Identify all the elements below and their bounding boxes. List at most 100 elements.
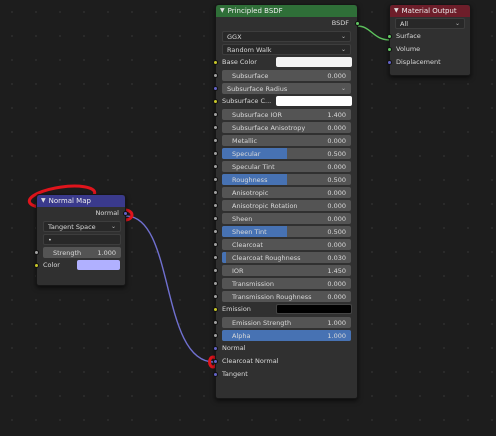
space-value: Tangent Space [48,222,96,231]
param-field[interactable]: Anisotropic 0.000 [222,187,351,198]
space-dropdown[interactable]: Tangent Space ⌄ [43,221,121,232]
param-socket[interactable] [213,164,218,169]
param-socket[interactable] [213,268,218,273]
chevron-down-icon: ⌄ [340,85,346,92]
normal-input-socket[interactable] [213,346,218,351]
emission-color-swatch[interactable] [276,304,352,314]
param-value: 0.500 [327,175,346,184]
parameter-list: Subsurface IOR 1.400 Subsurface Anisotropy… [213,108,357,303]
param-label: Clearcoat Roughness [232,253,301,262]
param-field[interactable]: Subsurface Anisotropy 0.000 [222,122,351,133]
principled-bsdf-header[interactable]: ▼ Principled BSDF [216,5,357,17]
emission-strength-socket[interactable] [213,320,218,325]
base-color-swatch[interactable] [276,57,352,67]
param-socket[interactable] [213,281,218,286]
base-color-label: Base Color [222,58,257,66]
bsdf-output-label: BSDF [331,19,349,27]
bsdf-output-socket[interactable] [355,21,360,26]
param-socket[interactable] [213,138,218,143]
param-socket[interactable] [213,294,218,299]
uv-map-row: • [37,233,125,246]
param-label: Anisotropic [232,188,269,197]
param-field[interactable]: Sheen 0.000 [222,213,351,224]
surface-input-socket[interactable] [387,34,392,39]
collapse-chevron-icon[interactable]: ▼ [394,5,399,17]
param-label: Sheen Tint [232,227,267,236]
param-label: IOR [232,266,244,275]
subsurface-color-socket[interactable] [213,99,218,104]
uv-map-field[interactable]: • [43,234,121,245]
tangent-label: Tangent [222,370,248,378]
param-field[interactable]: Anisotropic Rotation 0.000 [222,200,351,211]
param-row: Roughness 0.500 [213,173,357,186]
param-socket[interactable] [213,216,218,221]
subsurface-radius-dropdown[interactable]: Subsurface Radius ⌄ [222,83,351,94]
displacement-input-socket[interactable] [387,60,392,65]
param-field[interactable]: Specular Tint 0.000 [222,161,351,172]
emission-strength-field[interactable]: Emission Strength 1.000 [222,317,351,328]
distribution-dropdown[interactable]: GGX ⌄ [222,31,351,42]
normal-output-socket[interactable] [123,211,128,216]
subsurface-field[interactable]: Subsurface 0.000 [222,70,351,81]
param-label: Transmission Roughness [232,292,312,301]
param-row: Subsurface Anisotropy 0.000 [213,121,357,134]
param-field[interactable]: Clearcoat 0.000 [222,239,351,250]
subsurface-label: Subsurface [232,71,269,80]
tangent-socket[interactable] [213,372,218,377]
param-value: 1.400 [327,110,346,119]
param-row: Transmission 0.000 [213,277,357,290]
collapse-chevron-icon[interactable]: ▼ [41,195,46,207]
param-socket[interactable] [213,177,218,182]
principled-bsdf-node[interactable]: ▼ Principled BSDF BSDF GGX ⌄ Random Walk… [213,4,360,399]
alpha-field[interactable]: Alpha 1.000 [222,330,351,341]
strength-field[interactable]: Strength 1.000 [43,247,121,258]
clearcoat-normal-socket[interactable] [213,359,218,364]
clearcoat-normal-row: Clearcoat Normal [213,355,357,368]
subsurface-socket[interactable] [213,73,218,78]
param-socket[interactable] [213,190,218,195]
param-field[interactable]: Roughness 0.500 [222,174,351,185]
param-socket[interactable] [213,242,218,247]
volume-input-socket[interactable] [387,47,392,52]
material-output-header[interactable]: ▼ Material Output [390,5,470,17]
subsurface-radius-socket[interactable] [213,86,218,91]
param-socket[interactable] [213,255,218,260]
param-socket[interactable] [213,151,218,156]
alpha-socket[interactable] [213,333,218,338]
normal-input-row: Normal [213,342,357,355]
tangent-row: Tangent [213,368,357,381]
param-field[interactable]: Clearcoat Roughness 0.030 [222,252,351,263]
param-field[interactable]: Specular 0.500 [222,148,351,159]
param-field[interactable]: Transmission Roughness 0.000 [222,291,351,302]
collapse-chevron-icon[interactable]: ▼ [220,5,225,17]
subsurface-method-value: Random Walk [227,45,272,54]
param-label: Subsurface Anisotropy [232,123,306,132]
normal-map-header[interactable]: ▼ Normal Map [37,195,125,207]
color-swatch[interactable] [77,260,120,270]
param-field[interactable]: Subsurface IOR 1.400 [222,109,351,120]
param-field[interactable]: Metallic 0.000 [222,135,351,146]
param-value: 0.000 [327,279,346,288]
param-row: Sheen 0.000 [213,212,357,225]
subsurface-color-label: Subsurface C... [222,97,272,105]
subsurface-color-swatch[interactable] [276,96,352,106]
param-field[interactable]: Sheen Tint 0.500 [222,226,351,237]
subsurface-method-dropdown[interactable]: Random Walk ⌄ [222,44,351,55]
surface-input-row: Surface [387,30,470,43]
param-value: 0.000 [327,201,346,210]
param-socket[interactable] [213,112,218,117]
param-field[interactable]: IOR 1.450 [222,265,351,276]
emission-socket[interactable] [213,307,218,312]
distribution-value: GGX [227,32,242,41]
param-field[interactable]: Transmission 0.000 [222,278,351,289]
material-output-node[interactable]: ▼ Material Output All ⌄ Surface Volume D… [387,4,471,76]
normal-map-node[interactable]: ▼ Normal Map Normal Tangent Space ⌄ • St… [34,194,128,286]
base-color-socket[interactable] [213,60,218,65]
strength-socket[interactable] [34,250,39,255]
param-socket[interactable] [213,203,218,208]
param-socket[interactable] [213,229,218,234]
color-socket[interactable] [34,263,39,268]
alpha-row: Alpha 1.000 [213,329,357,342]
target-dropdown[interactable]: All ⌄ [395,18,465,29]
param-socket[interactable] [213,125,218,130]
